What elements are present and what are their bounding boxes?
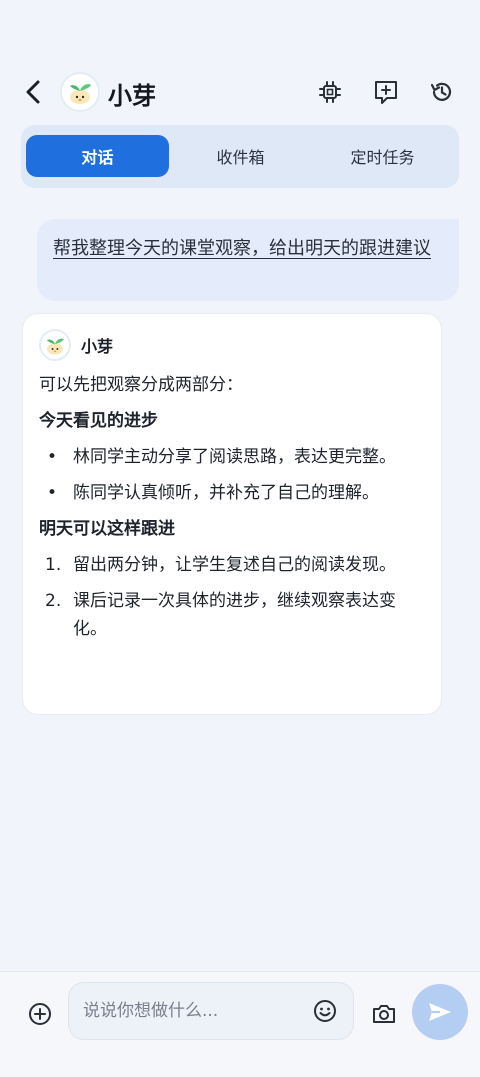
back-button[interactable] xyxy=(16,74,52,110)
new-chat-icon xyxy=(375,81,397,104)
list-item: 1. 留出两分钟，让学生复述自己的阅读发现。 xyxy=(39,551,429,579)
user-message-bubble: 帮我整理今天的课堂观察，给出明天的跟进建议 xyxy=(37,219,459,301)
tab-bar: 对话 收件箱 定时任务 xyxy=(21,125,459,188)
assistant-intro: 可以先把观察分成两部分： xyxy=(39,375,243,395)
section-heading: 今天看见的进步 xyxy=(39,411,158,431)
history-icon xyxy=(430,82,452,101)
list-number: 1. xyxy=(45,555,62,575)
plus-circle-icon xyxy=(29,1003,51,1025)
page-title: 小芽 xyxy=(108,82,156,110)
camera-button[interactable] xyxy=(366,996,402,1032)
emoji-button[interactable] xyxy=(311,997,339,1025)
chip-button[interactable] xyxy=(312,74,348,110)
list-item-text: 课后记录一次具体的进步，继续观察表达变化。 xyxy=(73,591,396,639)
app-header: 小芽 xyxy=(0,62,480,122)
camera-icon xyxy=(373,1005,395,1023)
assistant-name: 小芽 xyxy=(81,337,114,356)
emoji-icon xyxy=(314,1000,336,1022)
list-number: 2. xyxy=(45,591,62,611)
list-item: • 陈同学认真倾听，并补充了自己的理解。 xyxy=(39,479,429,507)
list-item-text: 陈同学认真倾听，并补充了自己的理解。 xyxy=(73,483,379,503)
list-item: 2. 课后记录一次具体的进步，继续观察表达变化。 xyxy=(39,587,429,643)
message-input[interactable] xyxy=(83,983,303,1039)
bullet-marker: • xyxy=(47,447,58,467)
tab-inbox[interactable]: 收件箱 xyxy=(169,135,312,177)
add-attachment-button[interactable] xyxy=(22,996,58,1032)
tab-chat[interactable]: 对话 xyxy=(26,135,169,177)
sprout-avatar-icon xyxy=(70,84,91,104)
send-icon xyxy=(429,1003,451,1021)
assistant-header: 小芽 xyxy=(39,328,113,362)
list-item: • 林同学主动分享了阅读思路，表达更完整。 xyxy=(39,443,429,471)
send-button[interactable] xyxy=(412,984,468,1040)
tab-scheduled-tasks[interactable]: 定时任务 xyxy=(311,135,454,177)
user-message-text: 帮我整理今天的课堂观察，给出明天的跟进建议 xyxy=(53,238,431,259)
list-item-text: 留出两分钟，让学生复述自己的阅读发现。 xyxy=(73,555,396,575)
list-item-text: 林同学主动分享了阅读思路，表达更完整。 xyxy=(73,447,396,467)
history-button[interactable] xyxy=(424,74,460,110)
bullet-marker: • xyxy=(47,483,58,503)
chip-icon xyxy=(319,81,341,103)
avatar[interactable] xyxy=(60,72,100,112)
back-arrow-icon xyxy=(26,80,40,104)
chat-screen: 小芽 对话 收件箱 定时任务 帮我整理今天的课堂观察，给出明天的跟进建议 小芽 … xyxy=(0,0,480,1077)
assistant-avatar xyxy=(39,329,71,361)
assistant-message-card: 小芽 可以先把观察分成两部分： 今天看见的进步 • 林同学主动分享了阅读思路，表… xyxy=(22,313,442,715)
assistant-message-body: 可以先把观察分成两部分： 今天看见的进步 • 林同学主动分享了阅读思路，表达更完… xyxy=(39,371,429,651)
sprout-avatar-icon xyxy=(47,338,64,355)
new-chat-button[interactable] xyxy=(368,74,404,110)
composer-bar xyxy=(0,971,480,1077)
message-input-box[interactable] xyxy=(68,982,354,1040)
section-heading: 明天可以这样跟进 xyxy=(39,519,175,539)
